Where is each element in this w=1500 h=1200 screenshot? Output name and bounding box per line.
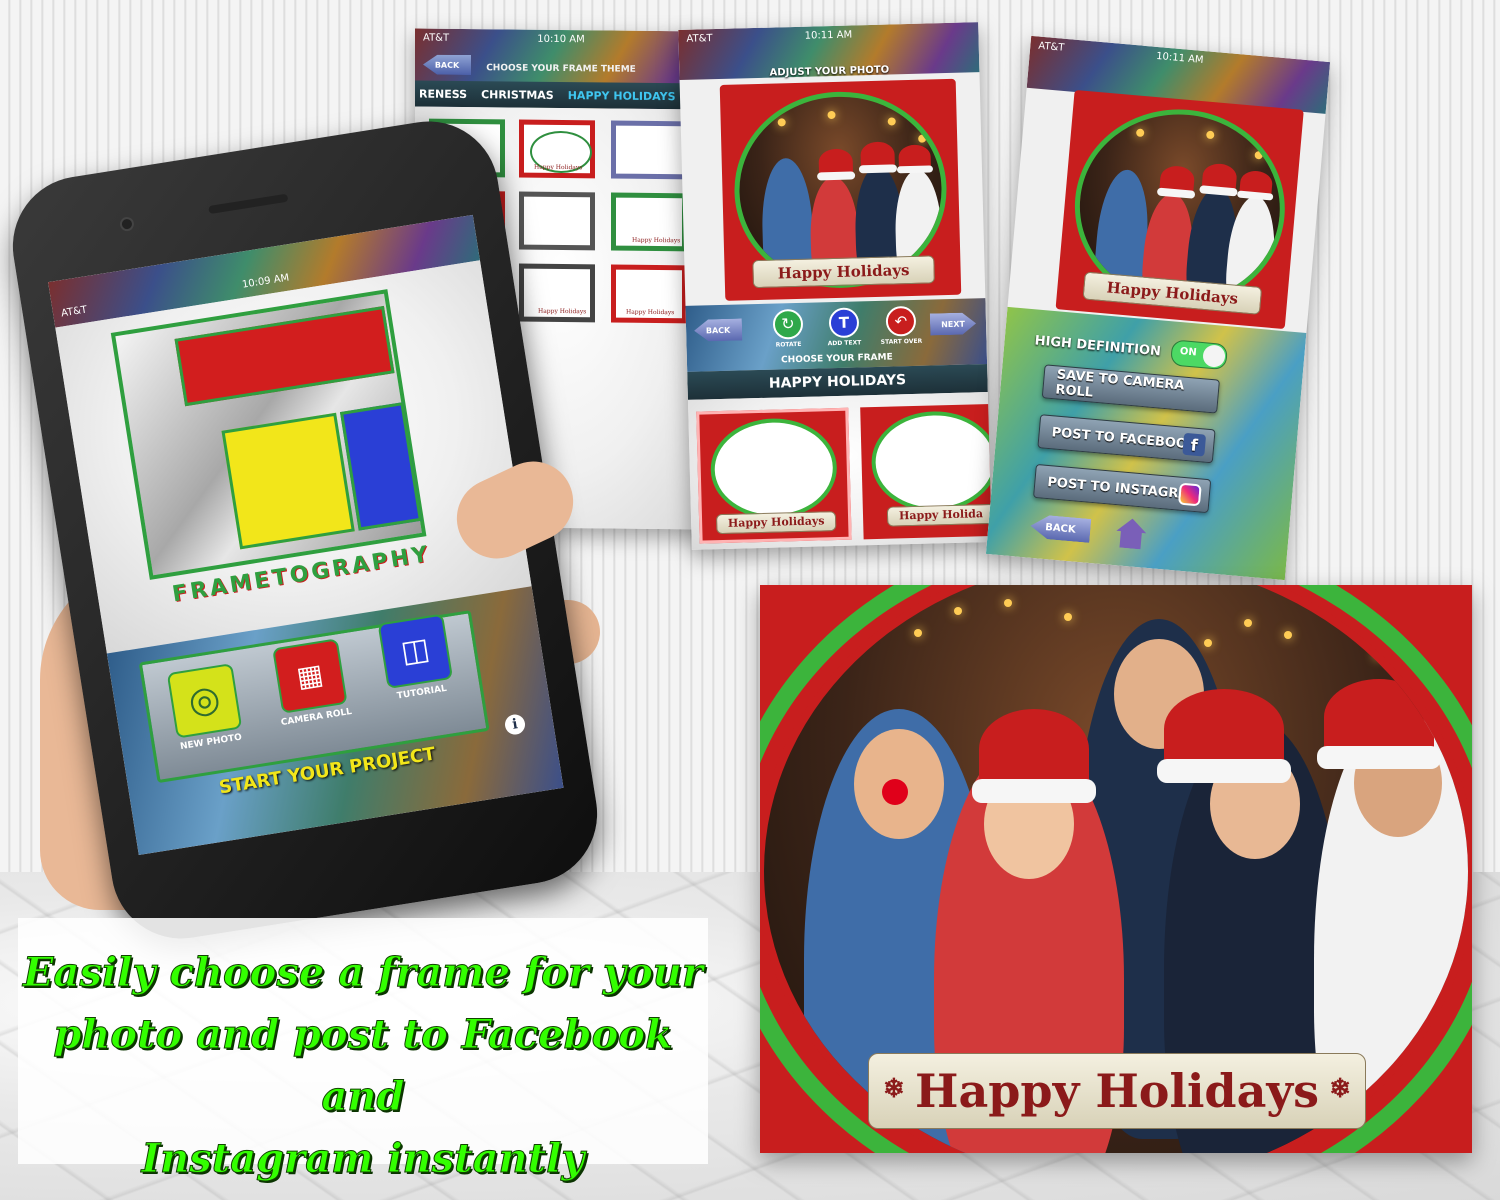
photo-frame[interactable]: Happy Holidays <box>719 78 962 301</box>
back-label: BACK <box>1044 521 1077 536</box>
thumb-ribbon: Happy Holidays <box>534 163 583 172</box>
share-screen: AT&T 10:11 AM Happy Holidays HIGH DEFINI… <box>985 35 1331 581</box>
rotate-label: ROTATE <box>775 340 802 349</box>
thumb-ribbon: Happy Holidays <box>538 307 587 316</box>
text-icon: T <box>828 307 860 339</box>
undo-icon: ↶ <box>885 305 917 337</box>
status-bar: AT&T 10:10 AM <box>415 28 707 49</box>
start-over-button[interactable]: ↶ START OVER <box>878 305 925 346</box>
post-to-instagram-button[interactable]: POST TO INSTAGRAM <box>1032 463 1212 514</box>
adjust-photo-screen: AT&T 10:11 AM ADJUST YOUR PHOTO Happy Ho… <box>678 22 992 550</box>
book-icon: ◫ <box>377 613 454 689</box>
santa-hat <box>972 709 1096 804</box>
finished-photo-card: ❄ Happy Holidays ❄ <box>760 585 1472 1153</box>
holiday-ribbon: ❄ Happy Holidays ❄ <box>868 1053 1366 1129</box>
photo-frame: Happy Holidays <box>1055 89 1304 330</box>
add-text-label: ADD TEXT <box>827 339 862 348</box>
add-text-button[interactable]: T ADD TEXT <box>824 307 865 347</box>
frame-option-ribbon: Happy Holidays <box>715 511 837 535</box>
instagram-icon <box>1177 482 1202 507</box>
status-bar: AT&T 10:11 AM <box>678 22 978 48</box>
speaker <box>208 193 289 215</box>
frame-option-ribbon: Happy Holida <box>886 503 992 527</box>
thumb-ribbon: Happy Holidays <box>626 308 675 317</box>
santa-hat <box>1156 689 1292 784</box>
theme-tabs: RENESS CHRISTMAS HAPPY HOLIDAYS NE <box>415 80 707 110</box>
frame-thumb[interactable] <box>519 191 595 251</box>
santa-hat <box>1317 679 1441 769</box>
info-icon[interactable]: i <box>503 713 527 736</box>
next-button[interactable]: NEXT <box>930 312 977 335</box>
caption-panel: Easily choose a frame for your photo and… <box>18 918 708 1183</box>
app-logo: FT <box>110 289 427 580</box>
caption-line: Instagram instantly <box>141 1135 585 1183</box>
camera-icon: ◎ <box>166 663 243 739</box>
tab-happy-holidays[interactable]: HAPPY HOLIDAYS <box>568 89 676 103</box>
facebook-label: POST TO FACEBOOK <box>1051 424 1198 453</box>
frame-option[interactable]: Happy Holidays <box>696 407 852 544</box>
logo-letters: FT <box>121 335 124 337</box>
post-to-facebook-button[interactable]: POST TO FACEBOOK f <box>1037 414 1216 464</box>
tab-christmas[interactable]: CHRISTMAS <box>481 88 554 102</box>
save-to-camera-roll-button[interactable]: SAVE TO CAMERA ROLL <box>1041 364 1220 414</box>
hd-row: HIGH DEFINITION ON <box>1034 327 1228 371</box>
start-over-label: START OVER <box>880 337 923 346</box>
clock-label: 10:11 AM <box>804 28 853 42</box>
thumb-ribbon: Happy Holidays <box>632 236 681 245</box>
ribbon-text: Happy Holidays <box>914 1064 1320 1118</box>
clock-label: 10:11 AM <box>1155 50 1204 66</box>
back-label: BACK <box>705 325 731 335</box>
camera-roll-icon: ▦ <box>272 638 348 714</box>
frame-thumb[interactable]: Happy Holidays <box>519 263 595 323</box>
tab-awareness[interactable]: RENESS <box>419 87 467 101</box>
facebook-icon: f <box>1182 432 1207 457</box>
frame-thumb[interactable]: Happy Holidays <box>519 119 595 179</box>
home-icon[interactable] <box>1115 517 1148 550</box>
caption-line: photo and post to Facebook and <box>53 1011 673 1121</box>
edit-toolbar: BACK ↻ ROTATE T ADD TEXT ↶ START OVER NE… <box>685 298 988 372</box>
rotate-button[interactable]: ↻ ROTATE <box>768 308 809 349</box>
share-panel: HIGH DEFINITION ON SAVE TO CAMERA ROLL P… <box>985 306 1307 581</box>
save-label: SAVE TO CAMERA ROLL <box>1054 367 1185 401</box>
camera-roll-button[interactable]: ▦ CAMERA ROLL <box>265 637 357 729</box>
frame-option[interactable]: Happy Holida <box>860 403 992 540</box>
next-label: NEXT <box>941 319 966 329</box>
front-camera <box>118 216 135 233</box>
hd-toggle-label: ON <box>1179 346 1198 359</box>
caption-line: Easily choose a frame for your <box>23 949 704 997</box>
rotate-icon: ↻ <box>772 308 804 340</box>
frame-thumb[interactable]: Happy Holidays <box>611 192 687 252</box>
frame-ribbon: Happy Holidays <box>752 255 935 289</box>
back-button[interactable]: BACK <box>694 318 743 341</box>
new-photo-button[interactable]: ◎ NEW PHOTO <box>160 662 252 754</box>
frame-thumb[interactable] <box>611 120 687 180</box>
frame-thumb[interactable]: Happy Holidays <box>611 264 687 324</box>
hd-toggle[interactable]: ON <box>1169 339 1228 371</box>
clock-label: 10:10 AM <box>537 33 585 45</box>
snowflake-icon: ❄ <box>1329 1074 1351 1104</box>
tutorial-button[interactable]: ◫ TUTORIAL <box>371 612 463 704</box>
hd-label: HIGH DEFINITION <box>1034 332 1162 359</box>
back-button[interactable]: BACK <box>1029 514 1091 543</box>
status-bar: AT&T 10:11 AM <box>1030 36 1330 80</box>
